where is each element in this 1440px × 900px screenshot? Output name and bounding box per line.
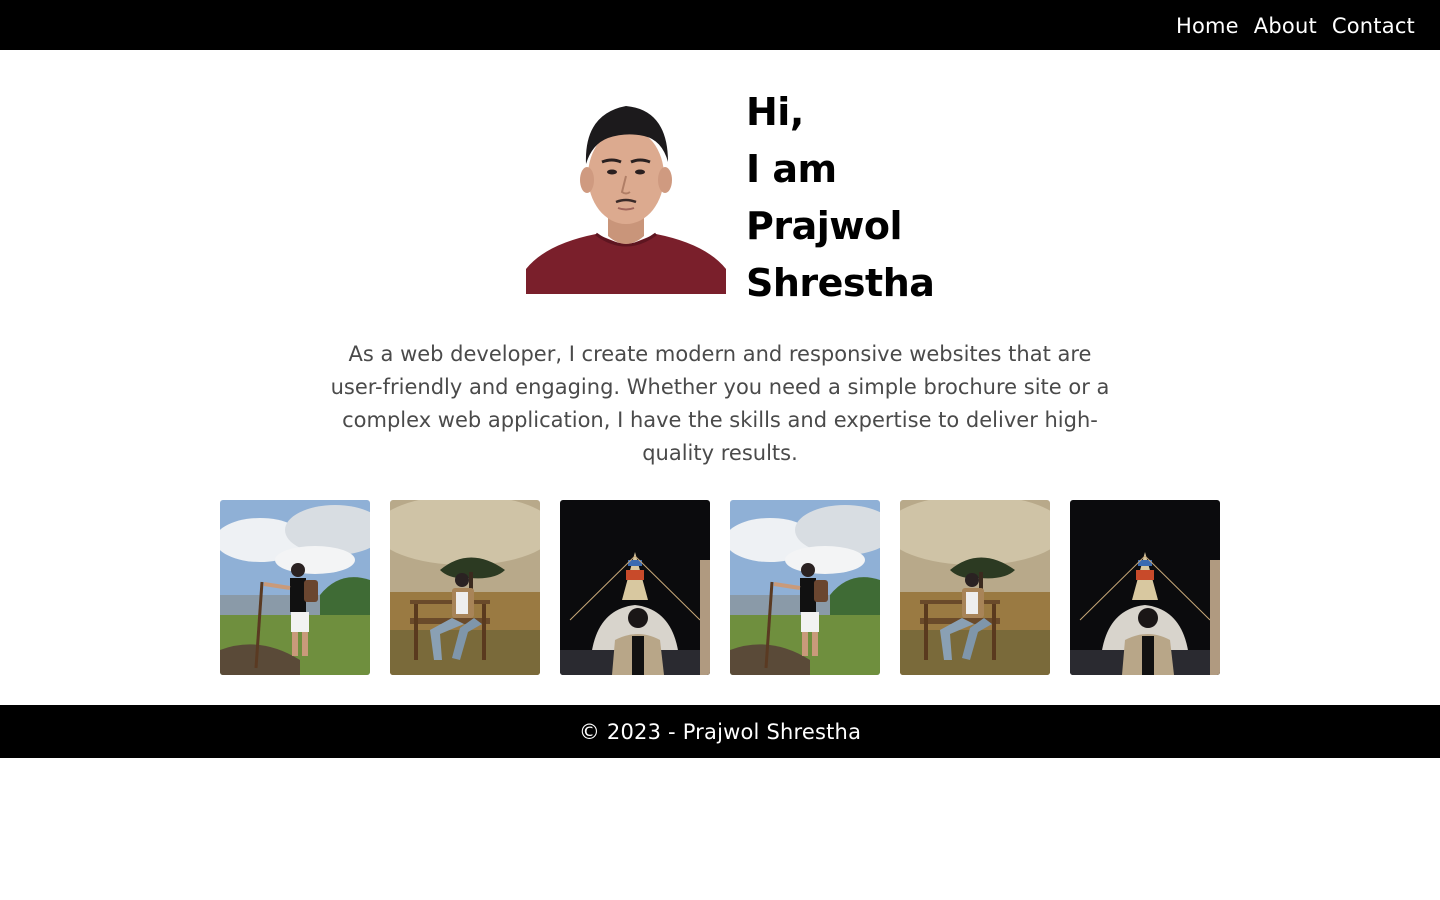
profile-portrait [526, 84, 726, 294]
gallery-photo-bench [900, 500, 1050, 675]
hero-greeting: Hi, I am Prajwol Shrestha [746, 84, 935, 312]
intro-paragraph: As a web developer, I create modern and … [330, 342, 1110, 465]
top-navbar: Home About Contact [0, 0, 1440, 50]
gallery-photo-hiking [730, 500, 880, 675]
portrait-illustration [526, 84, 726, 294]
hero-line-2: I am [746, 147, 837, 191]
gallery-photo-stupa-night [560, 500, 710, 675]
gallery-photo-bench [390, 500, 540, 675]
photo-gallery [220, 500, 1220, 675]
page-footer: © 2023 - Prajwol Shrestha [0, 705, 1440, 758]
footer-copyright: © 2023 - Prajwol Shrestha [578, 719, 862, 744]
gallery-photo-hiking [220, 500, 370, 675]
hero-section: Hi, I am Prajwol Shrestha [526, 84, 935, 312]
hero-line-4: Shrestha [746, 261, 935, 305]
nav-link-contact[interactable]: Contact [1332, 12, 1415, 38]
hero-line-3: Prajwol [746, 204, 903, 248]
nav-links: Home About Contact [1176, 0, 1415, 50]
nav-link-home[interactable]: Home [1176, 12, 1239, 38]
nav-link-about[interactable]: About [1254, 12, 1317, 38]
hero-line-1: Hi, [746, 90, 804, 134]
gallery-photo-stupa-night [1070, 500, 1220, 675]
